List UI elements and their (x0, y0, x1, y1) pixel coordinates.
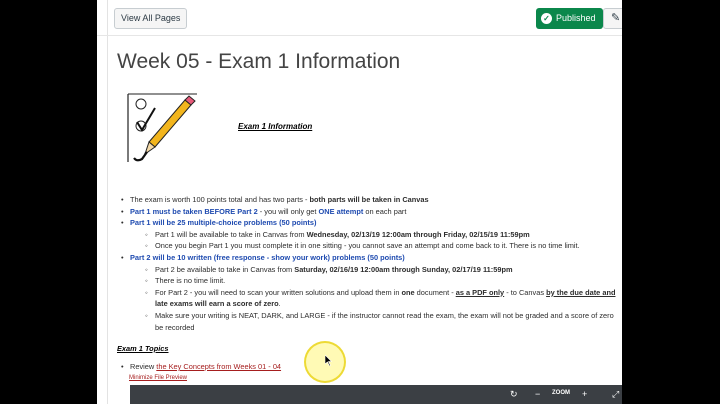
edit-button[interactable]: ✎ (603, 8, 622, 29)
rotate-icon[interactable]: ↻ (510, 388, 518, 401)
list-item: Part 2 will be 10 written (free response… (117, 252, 622, 333)
exam-topics-heading: Exam 1 Topics (117, 344, 169, 353)
sub-list-item: Once you begin Part 1 you must complete … (130, 240, 622, 252)
left-rail-divider (107, 0, 108, 404)
mouse-pointer-icon (325, 355, 333, 366)
list-item: Part 1 will be 25 multiple-choice proble… (117, 217, 622, 252)
sub-list-item: There is no time limit. (130, 275, 622, 287)
zoom-label: ZOOM (552, 390, 570, 396)
pencil-icon: ✎ (611, 12, 621, 24)
minimize-file-preview-link[interactable]: Minimize File Preview (129, 375, 187, 381)
check-circle-icon: ✓ (541, 13, 552, 24)
zoom-out-icon[interactable]: − (535, 388, 540, 401)
view-all-pages-button[interactable]: View All Pages (114, 8, 188, 29)
published-button[interactable]: ✓ Published (536, 8, 603, 29)
sub-list-item: For Part 2 - you will need to scan your … (130, 287, 622, 310)
published-label: Published (556, 13, 596, 23)
exam-info-heading: Exam 1 Information (238, 122, 313, 131)
key-concepts-link[interactable]: the Key Concepts from Weeks 01 - 04 (156, 362, 281, 371)
sub-list-item: Make sure your writing is NEAT, DARK, an… (130, 310, 622, 333)
list-item: The exam is worth 100 points total and h… (117, 194, 622, 206)
file-preview-toolbar: ↻ − ZOOM + ⤢ (130, 385, 622, 404)
checklist-pencil-image (127, 93, 197, 162)
zoom-in-icon[interactable]: + (582, 388, 587, 401)
page-toolbar: View All Pages ✓ Published ✎ (97, 0, 622, 36)
sub-list-item: Part 2 be available to take in Canvas fr… (130, 264, 622, 276)
page-frame: View All Pages ✓ Published ✎ Week 05 - E… (97, 0, 622, 404)
review-item: Review the Key Concepts from Weeks 01 - … (117, 362, 281, 371)
list-item: Part 1 must be taken BEFORE Part 2 - you… (117, 206, 622, 218)
exam-details: The exam is worth 100 points total and h… (117, 194, 622, 333)
page-title: Week 05 - Exam 1 Information (117, 50, 401, 73)
sub-list-item: Part 1 will be available to take in Canv… (130, 229, 622, 241)
fullscreen-icon[interactable]: ⤢ (612, 388, 619, 401)
